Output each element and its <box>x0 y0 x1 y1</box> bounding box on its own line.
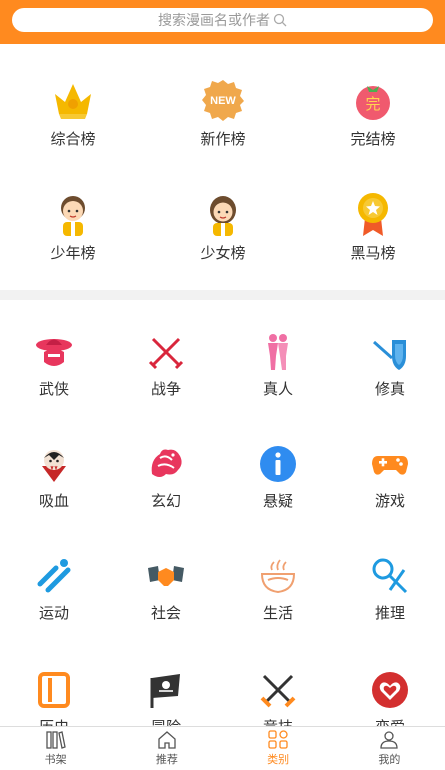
hat-icon <box>34 332 74 372</box>
svg-text:NEW: NEW <box>210 95 236 107</box>
category-item-life[interactable]: 生活 <box>228 556 328 623</box>
boy-icon <box>49 190 97 238</box>
crossed-swords-icon <box>146 332 186 372</box>
category-item-adventure[interactable]: 冒险 <box>116 670 216 726</box>
category-item-fantasy[interactable]: 玄幻 <box>116 444 216 511</box>
svg-text:完: 完 <box>365 95 380 113</box>
ranking-item-darkhorse[interactable]: 黑马榜 <box>313 190 433 263</box>
couple-icon <box>258 332 298 372</box>
search-placeholder: 搜索漫画名或作者 <box>158 13 270 29</box>
vampire-icon <box>34 444 74 484</box>
user-icon <box>380 731 399 749</box>
category-item-reallife[interactable]: 真人 <box>228 332 328 399</box>
girl-icon <box>199 190 247 238</box>
ranking-item-new[interactable]: NEW 新作榜 <box>163 76 283 149</box>
magnifier-scissors-icon <box>370 556 410 596</box>
tomato-complete-icon: 完 <box>349 76 397 124</box>
category-item-history[interactable]: 历史 <box>4 670 104 726</box>
top-bar: 搜索漫画名或作者 <box>0 0 445 44</box>
category-item-romance[interactable]: 恋爱 <box>340 670 440 726</box>
handshake-icon <box>146 556 186 596</box>
category-item-games[interactable]: 游戏 <box>340 444 440 511</box>
pirate-flag-icon <box>146 670 186 710</box>
heart-icon <box>370 670 410 710</box>
sword-shield-icon <box>370 332 410 372</box>
tab-recommend[interactable]: 推荐 <box>111 727 222 770</box>
coffee-icon <box>258 556 298 596</box>
tab-mine[interactable]: 我的 <box>334 727 445 770</box>
ranking-section: 综合榜 NEW 新作榜 完 完结榜 少年榜 少女榜 黑马榜 <box>0 44 445 290</box>
category-item-society[interactable]: 社会 <box>116 556 216 623</box>
crown-icon <box>49 76 97 124</box>
category-item-vampire[interactable]: 吸血 <box>4 444 104 511</box>
ranking-item-girls[interactable]: 少女榜 <box>163 190 283 263</box>
medal-icon <box>349 190 397 238</box>
ranking-item-boys[interactable]: 少年榜 <box>13 190 133 263</box>
category-grid: 武侠 战争 真人 修真 吸血 玄幻 悬疑 游戏 运动 社会 生活 推理 <box>0 300 445 726</box>
info-icon <box>258 444 298 484</box>
scroll-icon <box>34 670 74 710</box>
category-item-mystery[interactable]: 悬疑 <box>228 444 328 511</box>
search-bar[interactable]: 搜索漫画名或作者 <box>12 8 433 32</box>
search-icon <box>273 13 287 27</box>
category-item-detective[interactable]: 推理 <box>340 556 440 623</box>
category-icon <box>268 730 288 749</box>
section-divider <box>0 290 445 300</box>
bottom-tab-bar: 书架 推荐 类别 我的 <box>0 726 445 770</box>
bookshelf-icon <box>45 731 66 749</box>
new-badge-icon: NEW <box>199 76 247 124</box>
category-item-cultivation[interactable]: 修真 <box>340 332 440 399</box>
sports-icon <box>34 556 74 596</box>
category-item-wuxia[interactable]: 武侠 <box>4 332 104 399</box>
category-item-sports[interactable]: 运动 <box>4 556 104 623</box>
tab-bookshelf[interactable]: 书架 <box>0 727 111 770</box>
home-icon <box>158 731 176 749</box>
ranking-item-overall[interactable]: 综合榜 <box>13 76 133 149</box>
gamepad-icon <box>370 444 410 484</box>
ranking-item-complete[interactable]: 完 完结榜 <box>313 76 433 149</box>
dragon-icon <box>146 444 186 484</box>
battle-swords-icon <box>258 670 298 710</box>
category-item-war[interactable]: 战争 <box>116 332 216 399</box>
category-item-competition[interactable]: 竞技 <box>228 670 328 726</box>
tab-categories[interactable]: 类别 <box>223 727 334 770</box>
